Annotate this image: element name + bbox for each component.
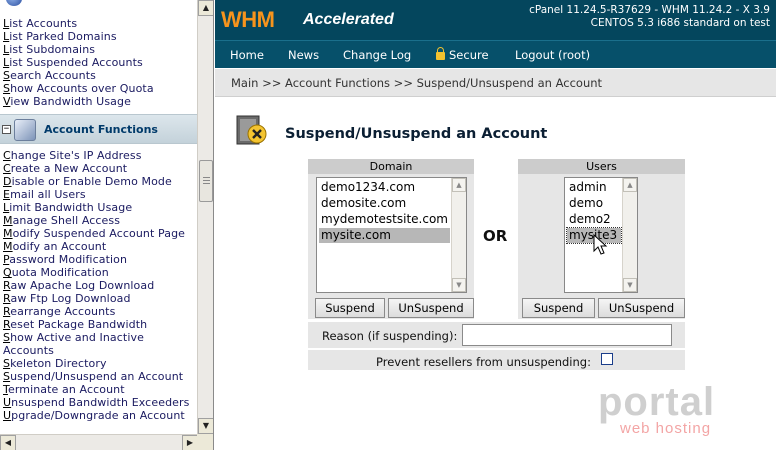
sidebar-link-show-active-inactive-cont[interactable]: Accounts xyxy=(3,344,54,357)
scroll-up-icon[interactable]: ▲ xyxy=(198,0,213,16)
domain-panel: Domain demo1234.com demosite.com mydemot… xyxy=(308,159,474,319)
sidebar-link-limit-bandwidth[interactable]: Limit Bandwidth Usage xyxy=(3,201,132,214)
section-title: Account Functions xyxy=(44,123,158,136)
sidebar-link-list-subdomains[interactable]: List Subdomains xyxy=(3,43,95,56)
prevent-row: Prevent resellers from unsuspending: xyxy=(308,350,685,370)
version-line-2: CENTOS 5.3 i686 standard on test xyxy=(590,17,770,29)
domain-panel-header: Domain xyxy=(308,159,474,174)
sidebar-link-view-bandwidth-usage[interactable]: View Bandwidth Usage xyxy=(3,95,131,108)
version-line-1: cPanel 11.24.5-R37629 - WHM 11.24.2 - X … xyxy=(529,4,770,16)
portal-watermark: portal web hosting xyxy=(598,380,758,440)
sidebar-link-rearrange-accounts[interactable]: Rearrange Accounts xyxy=(3,305,115,318)
sidebar-link-apache-log[interactable]: Raw Apache Log Download xyxy=(3,279,154,292)
domain-option[interactable]: demosite.com xyxy=(319,196,408,211)
menu-home[interactable]: Home xyxy=(230,48,264,62)
sidebar-vertical-scrollbar[interactable]: ▲ ▼ xyxy=(197,0,213,434)
sidebar-link-suspend-unsuspend[interactable]: Suspend/Unsuspend an Account xyxy=(3,370,183,383)
lock-icon xyxy=(436,47,445,60)
prevent-label: Prevent resellers from unsuspending: xyxy=(376,355,591,369)
sidebar-link-modify-account[interactable]: Modify an Account xyxy=(3,240,106,253)
user-option[interactable]: admin xyxy=(567,180,609,195)
top-menu: Home News Change Log Secure Logout (root… xyxy=(215,40,776,68)
suspend-account-icon xyxy=(236,115,267,145)
page-title: Suspend/Unsuspend an Account xyxy=(285,126,548,142)
watermark-title: portal xyxy=(598,380,716,424)
scroll-down-icon[interactable]: ▼ xyxy=(452,278,466,292)
scroll-down-icon[interactable]: ▼ xyxy=(623,278,637,292)
watermark-subtitle: web hosting xyxy=(620,420,712,437)
sidebar-link-email-users[interactable]: Email all Users xyxy=(3,188,86,201)
reason-row: Reason (if suspending): xyxy=(308,322,685,348)
scroll-thumb[interactable] xyxy=(199,160,213,202)
sidebar-link-quota-modification[interactable]: Quota Modification xyxy=(3,266,109,279)
sidebar-link-modify-suspended-page[interactable]: Modify Suspended Account Page xyxy=(3,227,185,240)
users-unsuspend-button[interactable]: UnSuspend xyxy=(598,298,685,318)
or-label: OR xyxy=(483,227,508,245)
account-functions-icon xyxy=(14,119,36,141)
version-info: cPanel 11.24.5-R37629 - WHM 11.24.2 - X … xyxy=(529,4,770,30)
breadcrumb: Main >> Account Functions >> Suspend/Uns… xyxy=(215,69,776,97)
mouse-pointer-icon xyxy=(593,234,608,255)
menu-logout[interactable]: Logout (root) xyxy=(515,48,590,62)
menu-news[interactable]: News xyxy=(288,48,319,62)
domain-listbox[interactable]: demo1234.com demosite.com mydemotestsite… xyxy=(316,177,467,293)
whm-logo-subtitle: Accelerated xyxy=(303,11,394,28)
header: WHM Accelerated cPanel 11.24.5-R37629 - … xyxy=(215,0,776,40)
sidebar-link-ftp-log[interactable]: Raw Ftp Log Download xyxy=(3,292,131,305)
prevent-unsuspend-checkbox[interactable] xyxy=(601,353,613,365)
reason-label: Reason (if suspending): xyxy=(322,329,458,343)
sidebar-link-list-suspended-accounts[interactable]: List Suspended Accounts xyxy=(3,56,143,69)
scroll-down-icon[interactable]: ▼ xyxy=(198,418,213,434)
users-suspend-button[interactable]: Suspend xyxy=(522,298,595,318)
sidebar-link-show-active-inactive[interactable]: Show Active and Inactive xyxy=(3,331,144,344)
whm-logo: WHM xyxy=(221,7,275,32)
sidebar-link-password-modification[interactable]: Password Modification xyxy=(3,253,127,266)
sidebar-content: List Accounts List Parked Domains List S… xyxy=(0,0,198,434)
sidebar-link-change-ip[interactable]: Change Site's IP Address xyxy=(3,149,142,162)
sidebar-frame: List Accounts List Parked Domains List S… xyxy=(0,0,214,450)
sidebar-link-reset-bandwidth[interactable]: Reset Package Bandwidth xyxy=(3,318,147,331)
scroll-up-icon[interactable]: ▲ xyxy=(623,178,637,192)
scroll-up-icon[interactable]: ▲ xyxy=(452,178,466,192)
users-list-scrollbar[interactable]: ▲ ▼ xyxy=(622,178,637,292)
sidebar-link-unsuspend-bandwidth[interactable]: Unsuspend Bandwidth Exceeders xyxy=(3,396,189,409)
domain-suspend-button[interactable]: Suspend xyxy=(315,298,385,318)
domain-option-selected[interactable]: mysite.com xyxy=(319,228,450,243)
sidebar-link-demo-mode[interactable]: Disable or Enable Demo Mode xyxy=(3,175,172,188)
sidebar-link-list-parked-domains[interactable]: List Parked Domains xyxy=(3,30,117,43)
sidebar-link-skeleton-directory[interactable]: Skeleton Directory xyxy=(3,357,107,370)
menu-secure-label: Secure xyxy=(449,48,489,62)
sidebar-link-show-accounts-over-quota[interactable]: Show Accounts over Quota xyxy=(3,82,154,95)
user-option[interactable]: demo2 xyxy=(567,212,613,227)
sidebar-link-upgrade-downgrade[interactable]: Upgrade/Downgrade an Account xyxy=(3,409,185,422)
collapse-icon[interactable]: − xyxy=(2,125,11,134)
section-header-account-functions[interactable]: − Account Functions xyxy=(0,114,198,144)
menu-change-log[interactable]: Change Log xyxy=(343,48,411,62)
domain-list-scrollbar[interactable]: ▲ ▼ xyxy=(451,178,466,292)
sidebar-link-list-accounts[interactable]: List Accounts xyxy=(3,17,77,30)
sidebar-link-shell-access[interactable]: Manage Shell Access xyxy=(3,214,120,227)
info-icon xyxy=(6,0,22,6)
scroll-corner xyxy=(197,434,213,450)
reason-input[interactable] xyxy=(462,324,672,346)
domain-unsuspend-button[interactable]: UnSuspend xyxy=(388,298,474,318)
domain-option[interactable]: demo1234.com xyxy=(319,180,417,195)
sidebar-link-terminate-account[interactable]: Terminate an Account xyxy=(3,383,125,396)
scroll-right-icon[interactable]: ▶ xyxy=(182,435,198,450)
user-option[interactable]: demo xyxy=(567,196,605,211)
users-panel-header: Users xyxy=(518,159,685,174)
main-frame: WHM Accelerated cPanel 11.24.5-R37629 - … xyxy=(215,0,776,450)
scroll-left-icon[interactable]: ◀ xyxy=(0,435,16,450)
sidebar-horizontal-scrollbar[interactable]: ◀ ▶ xyxy=(0,434,198,450)
breadcrumb-text[interactable]: Main >> Account Functions >> Suspend/Uns… xyxy=(231,76,602,90)
sidebar-link-search-accounts[interactable]: Search Accounts xyxy=(3,69,96,82)
sidebar-link-create-account[interactable]: Create a New Account xyxy=(3,162,127,175)
domain-option[interactable]: mydemotestsite.com xyxy=(319,212,450,227)
menu-secure[interactable]: Secure xyxy=(436,47,489,62)
